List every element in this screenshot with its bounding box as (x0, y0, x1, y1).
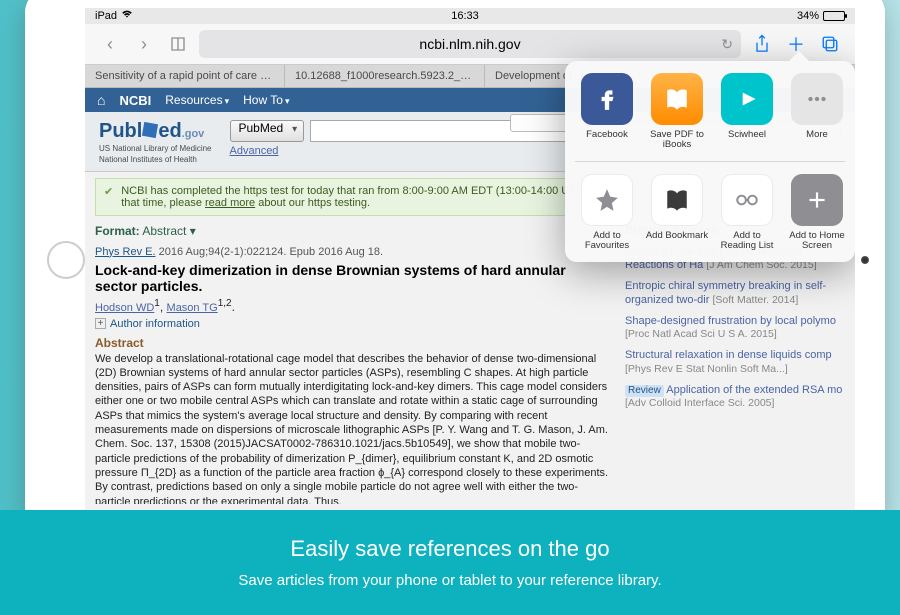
bookmarks-button[interactable] (165, 31, 191, 57)
read-more-link[interactable]: read more (205, 197, 255, 209)
battery-icon (823, 11, 845, 21)
share-sheet: FacebookSave PDF to iBooksSciwheelMore A… (565, 61, 855, 262)
journal-link[interactable]: Phys Rev E. (95, 246, 156, 258)
db-select[interactable]: PubMed (230, 120, 305, 142)
promo-subtext: Save articles from your phone or tablet … (238, 572, 661, 589)
browser-tab[interactable]: Sensitivity of a rapid point of care ass… (85, 65, 285, 87)
ncbi-menu-howto[interactable]: How To▾ (243, 93, 289, 107)
similar-item[interactable]: Structural relaxation in dense liquids c… (625, 349, 845, 377)
similar-item[interactable]: Review Application of the extended RSA m… (625, 384, 845, 412)
similar-item[interactable]: Shape-designed frustration by local poly… (625, 315, 845, 343)
share-action-plus[interactable]: Add to Home Screen (785, 174, 845, 252)
back-button[interactable]: ‹ (97, 31, 123, 57)
ipad-frame: iPad 16:33 34% ‹ › ncbi.nlm.nih.gov ↻ (25, 0, 885, 530)
ipad-screen: iPad 16:33 34% ‹ › ncbi.nlm.nih.gov ↻ (85, 8, 855, 512)
share-app-fb[interactable]: Facebook (575, 73, 639, 151)
abstract-text: We develop a translational-rotational ca… (95, 352, 611, 504)
authors: Hodson WD1, Mason TG1,2. (95, 298, 611, 314)
format-row[interactable]: Format: Abstract ▾ (95, 224, 611, 238)
url-field[interactable]: ncbi.nlm.nih.gov ↻ (199, 30, 741, 58)
status-time: 16:33 (451, 10, 479, 22)
article-main: Format: Abstract ▾ Phys Rev E. 2016 Aug;… (95, 222, 611, 498)
status-bar: iPad 16:33 34% (85, 8, 855, 24)
share-action-glasses[interactable]: Add to Reading List (715, 174, 779, 252)
author-info-toggle[interactable]: +Author information (95, 318, 611, 330)
promo-heading: Easily save references on the go (290, 536, 609, 562)
ncbi-menu-resources[interactable]: Resources▾ (165, 93, 229, 107)
share-action-star[interactable]: Add to Favourites (575, 174, 639, 252)
share-action-book[interactable]: Add Bookmark (645, 174, 709, 252)
safari-toolbar: ‹ › ncbi.nlm.nih.gov ↻ ＋ (85, 24, 855, 65)
reload-icon[interactable]: ↻ (721, 36, 733, 53)
device-label: iPad (95, 10, 117, 22)
tabs-button[interactable] (817, 31, 843, 57)
promo-banner: Easily save references on the go Save ar… (0, 510, 900, 615)
share-button[interactable] (749, 31, 775, 57)
home-button[interactable] (47, 241, 85, 279)
chevron-down-icon: ▾ (190, 224, 196, 238)
abstract-heading: Abstract (95, 336, 611, 350)
ncbi-brand: NCBI (119, 93, 151, 108)
sidebar-similar: Similar articles Colloidal Lock-and-Key … (625, 222, 845, 498)
check-icon: ✔ (104, 185, 113, 209)
content-body: Format: Abstract ▾ Phys Rev E. 2016 Aug;… (85, 222, 855, 498)
share-app-sciwheel[interactable]: Sciwheel (715, 73, 779, 151)
citation: Phys Rev E. 2016 Aug;94(2-1):022124. Epu… (95, 246, 611, 258)
author-link[interactable]: Hodson WD (95, 302, 154, 314)
url-text: ncbi.nlm.nih.gov (419, 36, 520, 52)
advanced-link[interactable]: Advanced (230, 145, 279, 157)
forward-button[interactable]: › (131, 31, 157, 57)
share-app-ibooks[interactable]: Save PDF to iBooks (645, 73, 709, 151)
author-link[interactable]: Mason TG (167, 302, 218, 314)
share-app-more[interactable]: More (785, 73, 845, 151)
similar-item[interactable]: Entropic chiral symmetry breaking in sel… (625, 280, 845, 308)
ncbi-logo-icon: ⌂ (97, 92, 105, 108)
browser-tab[interactable]: 10.12688_f1000research.5923.2_201... (285, 65, 485, 87)
wifi-icon (121, 10, 133, 22)
battery-pct: 34% (797, 10, 819, 22)
article-title: Lock-and-key dimerization in dense Brown… (95, 262, 611, 294)
camera-dot (861, 256, 869, 264)
pubmed-logo: Publed.gov US National Library of Medici… (99, 120, 212, 165)
